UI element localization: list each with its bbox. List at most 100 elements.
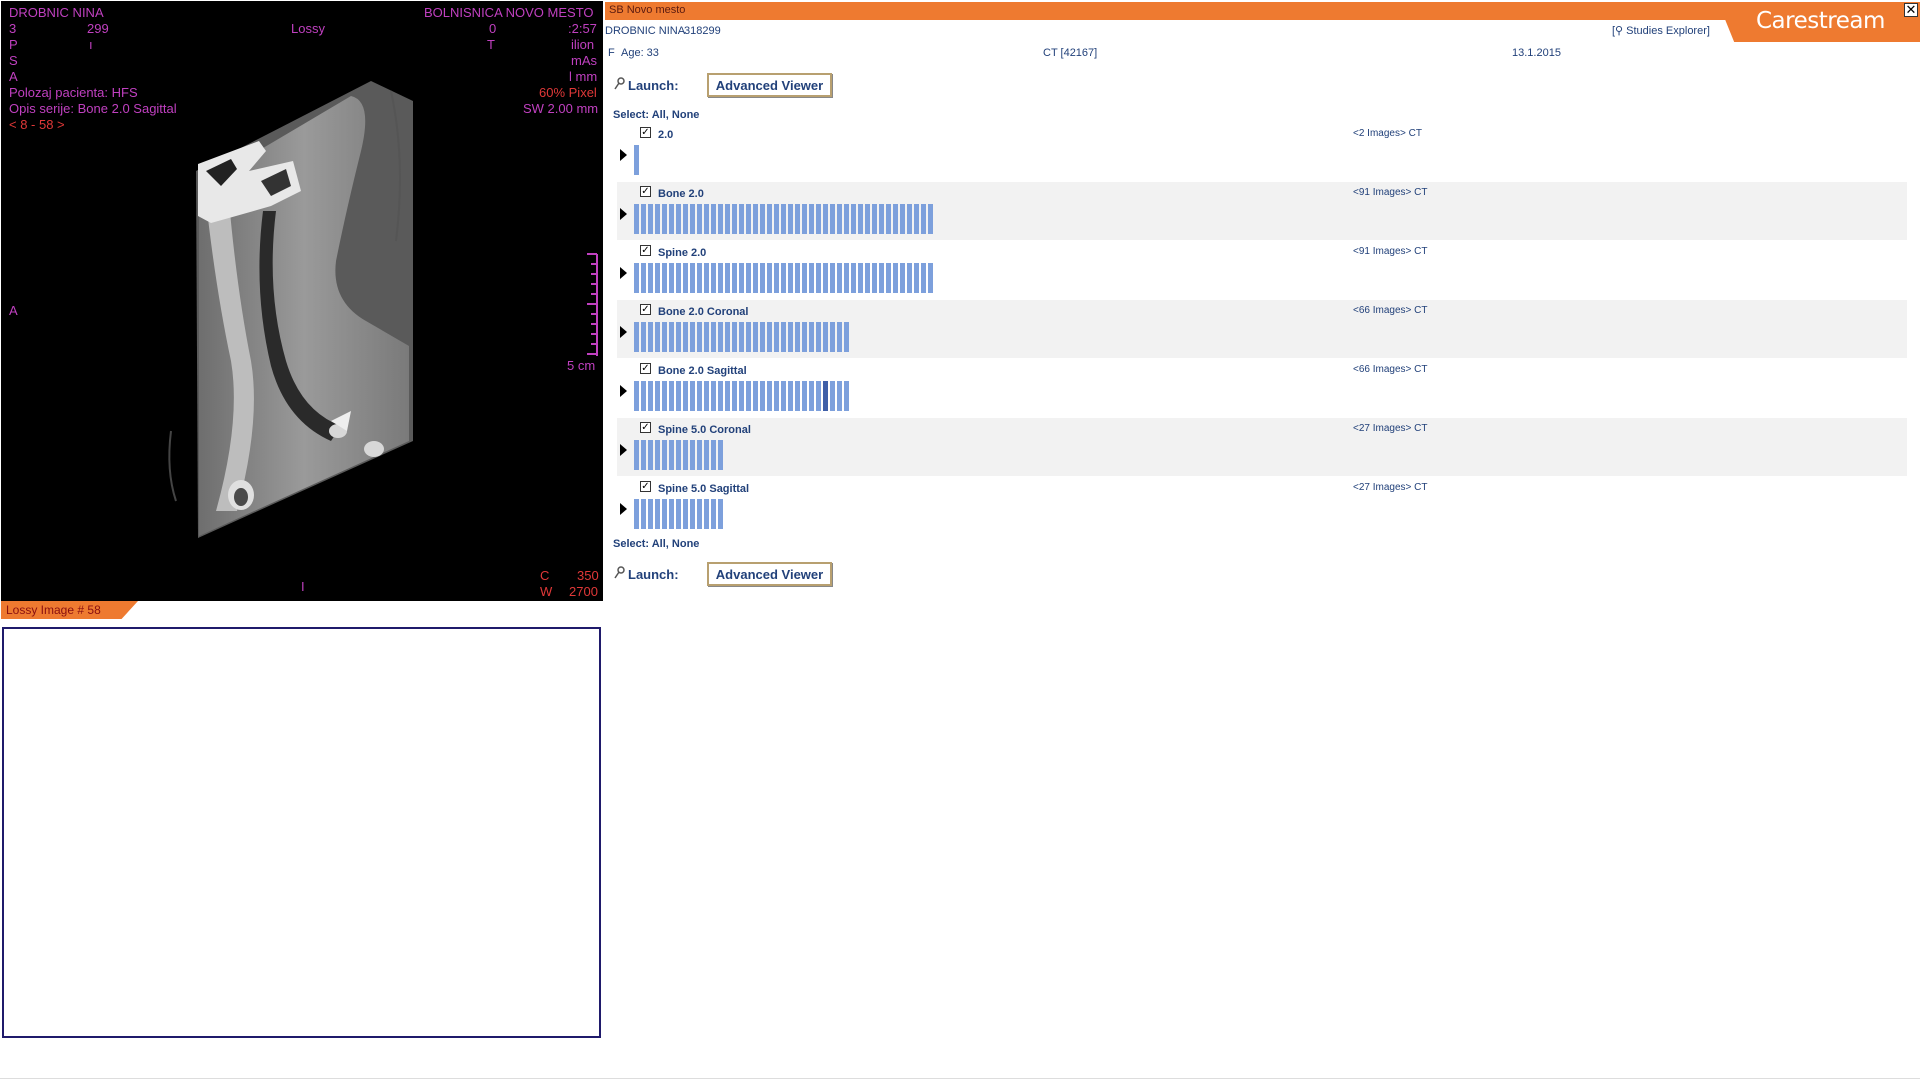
series-thumbnail[interactable]	[669, 440, 674, 470]
series-thumbnail[interactable]	[634, 322, 639, 352]
series-thumbnail[interactable]	[781, 322, 786, 352]
series-thumbnail[interactable]	[739, 204, 744, 234]
select-none-link[interactable]: None	[672, 538, 700, 550]
series-thumbnail[interactable]	[753, 322, 758, 352]
series-thumbnail[interactable]	[648, 499, 653, 529]
series-thumbnail[interactable]	[655, 204, 660, 234]
series-thumbnail[interactable]	[697, 322, 702, 352]
series-thumbnail[interactable]	[655, 263, 660, 293]
series-thumbnail[interactable]	[697, 499, 702, 529]
series-thumbnail[interactable]	[690, 322, 695, 352]
series-thumbnail[interactable]	[732, 204, 737, 234]
series-thumbnail[interactable]	[655, 322, 660, 352]
expand-arrow-icon[interactable]	[620, 208, 627, 220]
series-thumbnail[interactable]	[697, 204, 702, 234]
series-thumbnail[interactable]	[641, 322, 646, 352]
series-thumbnail[interactable]	[823, 381, 828, 411]
series-thumbnail[interactable]	[711, 499, 716, 529]
series-checkbox[interactable]: ✓	[640, 363, 651, 374]
series-thumbnail[interactable]	[816, 204, 821, 234]
series-thumbnail[interactable]	[648, 440, 653, 470]
series-thumbnail[interactable]	[844, 204, 849, 234]
series-thumbnail[interactable]	[774, 204, 779, 234]
select-none-link[interactable]: None	[672, 109, 700, 121]
studies-explorer-link[interactable]: [⚲ Studies Explorer]	[1612, 24, 1710, 37]
series-thumbnail[interactable]	[809, 381, 814, 411]
series-thumbnail[interactable]	[809, 322, 814, 352]
series-thumbnail[interactable]	[690, 263, 695, 293]
series-thumbnail[interactable]	[816, 322, 821, 352]
series-thumbnail[interactable]	[830, 263, 835, 293]
series-thumbnail[interactable]	[781, 263, 786, 293]
series-thumbnail[interactable]	[760, 322, 765, 352]
series-thumbnail[interactable]	[690, 499, 695, 529]
series-checkbox[interactable]: ✓	[640, 186, 651, 197]
series-thumbnail[interactable]	[753, 263, 758, 293]
series-thumbnail[interactable]	[795, 381, 800, 411]
series-thumbnail[interactable]	[746, 204, 751, 234]
series-thumbnail[interactable]	[816, 381, 821, 411]
series-thumbnail[interactable]	[872, 263, 877, 293]
series-thumbnail[interactable]	[928, 204, 933, 234]
series-row[interactable]: ✓ 2.0 <2 Images> CT	[617, 123, 1907, 181]
thumbnail-strip[interactable]	[634, 381, 851, 411]
series-thumbnail[interactable]	[662, 204, 667, 234]
expand-arrow-icon[interactable]	[620, 149, 627, 161]
series-thumbnail[interactable]	[655, 381, 660, 411]
series-thumbnail[interactable]	[690, 440, 695, 470]
series-thumbnail[interactable]	[844, 381, 849, 411]
series-thumbnail[interactable]	[760, 204, 765, 234]
series-thumbnail[interactable]	[858, 263, 863, 293]
series-thumbnail[interactable]	[725, 204, 730, 234]
series-thumbnail[interactable]	[662, 499, 667, 529]
series-thumbnail[interactable]	[676, 499, 681, 529]
series-thumbnail[interactable]	[641, 440, 646, 470]
series-thumbnail[interactable]	[725, 381, 730, 411]
series-thumbnail[interactable]	[865, 263, 870, 293]
series-thumbnail[interactable]	[711, 263, 716, 293]
series-thumbnail[interactable]	[823, 322, 828, 352]
series-thumbnail[interactable]	[662, 381, 667, 411]
expand-arrow-icon[interactable]	[620, 444, 627, 456]
series-checkbox[interactable]: ✓	[640, 127, 651, 138]
series-thumbnail[interactable]	[655, 440, 660, 470]
series-thumbnail[interactable]	[704, 440, 709, 470]
series-thumbnail[interactable]	[830, 204, 835, 234]
image-viewport[interactable]: DROBNIC NINA BOLNISNICA NOVO MESTO 3 299…	[1, 1, 603, 601]
select-all-link[interactable]: All	[652, 109, 666, 121]
series-thumbnail[interactable]	[634, 499, 639, 529]
series-thumbnail[interactable]	[718, 499, 723, 529]
series-checkbox[interactable]: ✓	[640, 245, 651, 256]
series-thumbnail[interactable]	[760, 381, 765, 411]
series-thumbnail[interactable]	[739, 322, 744, 352]
series-thumbnail[interactable]	[697, 440, 702, 470]
series-thumbnail[interactable]	[718, 204, 723, 234]
expand-arrow-icon[interactable]	[620, 267, 627, 279]
series-thumbnail[interactable]	[690, 204, 695, 234]
series-thumbnail[interactable]	[851, 204, 856, 234]
series-thumbnail[interactable]	[732, 263, 737, 293]
series-thumbnail[interactable]	[767, 381, 772, 411]
series-thumbnail[interactable]	[788, 322, 793, 352]
series-thumbnail[interactable]	[802, 204, 807, 234]
series-thumbnail[interactable]	[704, 204, 709, 234]
series-thumbnail[interactable]	[648, 204, 653, 234]
series-thumbnail[interactable]	[648, 322, 653, 352]
series-thumbnail[interactable]	[669, 322, 674, 352]
series-thumbnail[interactable]	[893, 263, 898, 293]
series-thumbnail[interactable]	[704, 263, 709, 293]
series-thumbnail[interactable]	[823, 263, 828, 293]
series-thumbnail[interactable]	[746, 381, 751, 411]
series-thumbnail[interactable]	[802, 381, 807, 411]
series-thumbnail[interactable]	[837, 204, 842, 234]
series-thumbnail[interactable]	[774, 322, 779, 352]
series-thumbnail[interactable]	[844, 263, 849, 293]
series-thumbnail[interactable]	[795, 204, 800, 234]
series-thumbnail[interactable]	[774, 381, 779, 411]
series-thumbnail[interactable]	[767, 263, 772, 293]
series-thumbnail[interactable]	[641, 263, 646, 293]
series-thumbnail[interactable]	[830, 322, 835, 352]
series-thumbnail[interactable]	[823, 204, 828, 234]
series-thumbnail[interactable]	[844, 322, 849, 352]
series-thumbnail[interactable]	[928, 263, 933, 293]
